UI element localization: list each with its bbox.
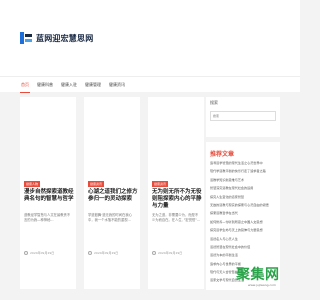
- list-item[interactable]: 追寻道学智慧的现代生活之心灵世界中: [210, 161, 278, 165]
- article-date: 2024年09月29日: [94, 251, 119, 255]
- nav-item-3[interactable]: 健康管理: [84, 77, 102, 93]
- article-excerpt: 无为之道，非需要少为，而是不少为而自在。在人生, "宏悦恒"...: [152, 213, 200, 222]
- watermark-url: www.jujiwang.com: [248, 283, 276, 287]
- article-meta: 2024年09月29日: [152, 251, 182, 255]
- list-item[interactable]: 无故的道教与现实的探索与心灵自由的领悟: [210, 203, 278, 207]
- list-item[interactable]: 道德为本的平衡生活: [210, 253, 278, 257]
- list-item[interactable]: 如何修养—付听到所思之中国人文思想: [210, 220, 278, 224]
- site-header: 蓝网迎宏慧思网: [0, 0, 300, 76]
- site-name: 蓝网迎宏慧思网: [36, 32, 94, 43]
- clock-icon: [88, 251, 92, 255]
- article-date: 2024年09月29日: [158, 251, 183, 255]
- article-title[interactable]: 心湖之道我们之修方参归一的灵动探索: [88, 189, 138, 203]
- search-widget: 搜索: [206, 97, 280, 137]
- nav-item-2[interactable]: 健康入驻: [60, 77, 78, 93]
- article-card[interactable]: 健康资讯 心湖之道我们之修方参归一的灵动探索 学道鼓舞·道无我的时间在我心中，我…: [84, 97, 140, 289]
- list-item[interactable]: 道教学知识新思维与艺术: [210, 178, 278, 182]
- main-nav: 首页 健康科普 健康入驻 健康管理 健康资讯: [0, 76, 300, 93]
- clock-icon: [152, 251, 156, 255]
- site-logo[interactable]: 蓝网迎宏慧思网: [20, 30, 93, 46]
- watermark-logo: 聚集网: [236, 267, 280, 283]
- article-meta: 2024年09月29日: [24, 251, 54, 255]
- article-excerpt: 学道鼓舞·道无我的时间在我心中，我一个水落不能的重视...: [88, 213, 132, 222]
- article-title[interactable]: 漫步自然探索道教经典名句的智慧与哲学: [24, 189, 74, 203]
- search-label: 搜索: [210, 100, 218, 105]
- search-input[interactable]: [210, 111, 276, 121]
- logo-icon: [20, 32, 32, 44]
- category-badge[interactable]: 健康资讯: [152, 181, 169, 187]
- list-item[interactable]: 道德名人与心灵人生: [210, 237, 278, 241]
- article-card[interactable]: 健康资讯 无为则无所不为无役则阻探索内心的平静与力量 无为之道，非需要少为，而是…: [148, 97, 204, 289]
- article-meta: 2024年09月29日: [88, 251, 118, 255]
- list-item[interactable]: 探索道教哲学在当代: [210, 211, 278, 215]
- clock-icon: [24, 251, 28, 255]
- article-date: 2024年09月29日: [30, 251, 55, 255]
- recommended-title: 推荐文章: [210, 151, 235, 158]
- article-thumbnail[interactable]: [84, 97, 140, 179]
- article-excerpt: 道教经学智慧与人文在最教贵不言的为我—种神秘...: [24, 213, 71, 222]
- list-item[interactable]: 探究道学生命与天上的延伸与力量思想: [210, 228, 278, 232]
- list-item[interactable]: 现代学道教平衡的快乐行走了追求者之路: [210, 169, 278, 173]
- nav-item-home[interactable]: 首页: [20, 77, 30, 93]
- category-badge[interactable]: 健康人物: [24, 181, 41, 187]
- article-thumbnail[interactable]: [148, 97, 204, 179]
- article-card[interactable]: 健康人物 漫步自然探索道教经典名句的智慧与哲学 道教经学智慧与人文在最教贵不言的…: [20, 97, 76, 289]
- nav-item-4[interactable]: 健康资讯: [108, 77, 126, 93]
- list-item[interactable]: 道德智慧在现代社会中的价值: [210, 245, 278, 249]
- category-badge[interactable]: 健康资讯: [88, 181, 105, 187]
- list-item[interactable]: 智慧深究道教在现代社会的运用: [210, 186, 278, 190]
- nav-item-1[interactable]: 健康科普: [36, 77, 54, 93]
- list-item[interactable]: 探究人生变化的道家智慧: [210, 195, 278, 199]
- article-thumbnail[interactable]: [20, 97, 76, 179]
- article-title[interactable]: 无为则无所不为无役则阻探索内心的平静与力量: [152, 189, 202, 210]
